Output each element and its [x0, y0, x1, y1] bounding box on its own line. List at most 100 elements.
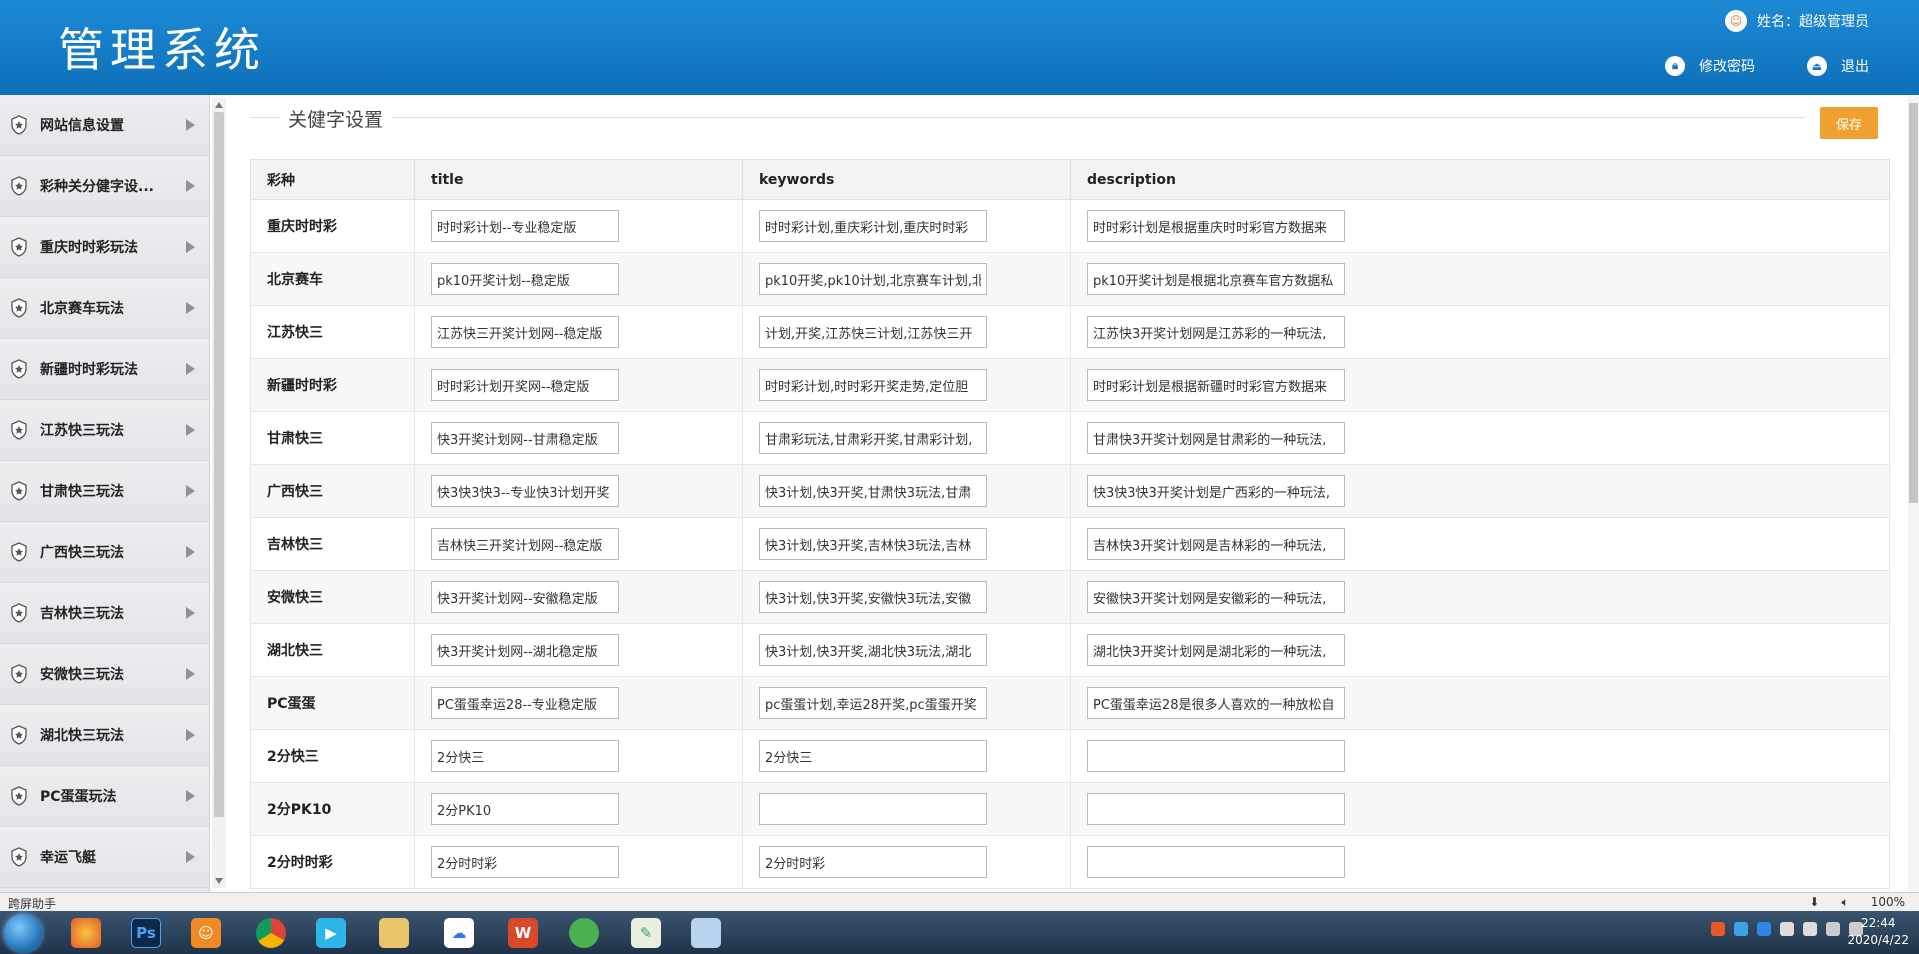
clock-date: 2020/4/22 [1847, 933, 1909, 947]
description-input[interactable] [1087, 475, 1345, 507]
sidebar-item[interactable]: 吉林快三玩法 [0, 583, 209, 644]
table-header-row: 彩种 title keywords description [250, 159, 1890, 200]
description-cell [1070, 517, 1890, 571]
description-cell [1070, 411, 1890, 465]
keywords-input[interactable] [759, 263, 987, 295]
volume-icon[interactable]: 🔈︎ [1841, 895, 1848, 910]
description-input[interactable] [1087, 528, 1345, 560]
qq-icon[interactable] [1780, 922, 1794, 936]
sidebar-item[interactable]: 广西快三玩法 [0, 522, 209, 583]
keywords-input[interactable] [759, 687, 987, 719]
keywords-input[interactable] [759, 475, 987, 507]
description-input[interactable] [1087, 634, 1345, 666]
volume-tray-icon[interactable] [1826, 922, 1840, 936]
taskbar-app-browser[interactable] [60, 914, 112, 952]
scroll-down-icon[interactable] [215, 878, 223, 884]
keywords-input[interactable] [759, 846, 987, 878]
taskbar-app-uc[interactable]: ☺ [180, 914, 232, 952]
keywords-cell [742, 835, 1071, 889]
description-input[interactable] [1087, 422, 1345, 454]
description-input[interactable] [1087, 263, 1345, 295]
sidebar-scrollbar[interactable] [212, 98, 226, 888]
description-input[interactable] [1087, 740, 1345, 772]
sidebar-item[interactable]: 江苏快三玩法 [0, 400, 209, 461]
title-input[interactable] [431, 846, 619, 878]
keywords-input[interactable] [759, 316, 987, 348]
keywords-input[interactable] [759, 740, 987, 772]
sidebar-item[interactable]: 新疆时时彩玩法 [0, 339, 209, 400]
app-tray-icon[interactable] [1757, 922, 1771, 936]
taskbar-app-explorer[interactable] [368, 914, 420, 952]
title-input[interactable] [431, 316, 619, 348]
sidebar-item[interactable]: 安微快三玩法 [0, 644, 209, 705]
change-password-link[interactable]: 🔒︎ 修改密码 [1665, 56, 1755, 76]
description-input[interactable] [1087, 687, 1345, 719]
sidebar-item[interactable]: 幸运飞艇 [0, 827, 209, 888]
lottery-name: 新疆时时彩 [250, 358, 415, 412]
title-input[interactable] [431, 263, 619, 295]
description-input[interactable] [1087, 581, 1345, 613]
qq-icon-2[interactable] [1803, 922, 1817, 936]
scrollbar-thumb[interactable] [214, 112, 224, 817]
title-input[interactable] [431, 687, 619, 719]
taskbar-app-netdisk[interactable]: ☁ [433, 914, 485, 952]
taskbar-app-notepad[interactable]: ✎ [620, 914, 672, 952]
taskbar-app-green[interactable] [558, 914, 610, 952]
sidebar-item[interactable]: 网站信息设置 [0, 95, 209, 156]
description-input[interactable] [1087, 316, 1345, 348]
network-icon[interactable] [1734, 922, 1748, 936]
download-icon[interactable]: ⬇ [1809, 895, 1819, 910]
sidebar-item[interactable]: PC蛋蛋玩法 [0, 766, 209, 827]
logout-link[interactable]: ⏏ 退出 [1807, 56, 1869, 76]
start-button[interactable] [4, 914, 42, 952]
table-row: 广西快三 [250, 464, 1890, 518]
taskbar-app-chrome[interactable] [245, 914, 297, 952]
title-input[interactable] [431, 528, 619, 560]
page-scrollbar-thumb[interactable] [1909, 103, 1918, 503]
keywords-input[interactable] [759, 634, 987, 666]
keywords-input[interactable] [759, 422, 987, 454]
title-input[interactable] [431, 369, 619, 401]
keywords-input[interactable] [759, 528, 987, 560]
taskbar-app-player[interactable]: ▶ [305, 914, 357, 952]
sidebar-item[interactable]: 彩种关分健字设... [0, 156, 209, 217]
keywords-input[interactable] [759, 581, 987, 613]
sidebar-item[interactable]: 湖北快三玩法 [0, 705, 209, 766]
title-input[interactable] [431, 634, 619, 666]
description-input[interactable] [1087, 210, 1345, 242]
table-row: 北京赛车 [250, 252, 1890, 306]
lottery-name: 安微快三 [250, 570, 415, 624]
title-input[interactable] [431, 210, 619, 242]
sidebar-item[interactable]: 甘肃快三玩法 [0, 461, 209, 522]
taskbar-app-window[interactable] [680, 914, 732, 952]
description-input[interactable] [1087, 846, 1345, 878]
description-input[interactable] [1087, 793, 1345, 825]
title-input[interactable] [431, 475, 619, 507]
table-row: 2分快三 [250, 729, 1890, 783]
page-scrollbar[interactable] [1908, 95, 1919, 892]
keywords-input[interactable] [759, 210, 987, 242]
taskbar-app-photoshop[interactable]: Ps [120, 914, 172, 952]
title-input[interactable] [431, 422, 619, 454]
title-input[interactable] [431, 793, 619, 825]
description-input[interactable] [1087, 369, 1345, 401]
title-input[interactable] [431, 581, 619, 613]
sidebar-item-label: 新疆时时彩玩法 [40, 362, 138, 378]
sidebar-item[interactable]: 重庆时时彩玩法 [0, 217, 209, 278]
title-input[interactable] [431, 740, 619, 772]
cross-screen-helper-label[interactable]: 跨屏助手 [8, 895, 56, 912]
keywords-input[interactable] [759, 369, 987, 401]
statusbar-right: ⬇ 🔈︎ 100% [1809, 895, 1905, 910]
keywords-input[interactable] [759, 793, 987, 825]
zoom-level[interactable]: 100% [1871, 895, 1905, 910]
scroll-up-icon[interactable] [215, 102, 223, 108]
avatar-icon: ☺ [1725, 10, 1747, 32]
sidebar-item[interactable]: 北京赛车玩法 [0, 278, 209, 339]
system-clock[interactable]: 22:44 2020/4/22 [1847, 915, 1909, 949]
arrow-right-icon [186, 607, 195, 619]
arrow-right-icon [186, 119, 195, 131]
sogou-icon[interactable] [1711, 922, 1725, 936]
taskbar-app-wps[interactable]: W [497, 914, 549, 952]
keywords-cell [742, 729, 1071, 783]
save-button[interactable]: 保存 [1820, 107, 1878, 139]
